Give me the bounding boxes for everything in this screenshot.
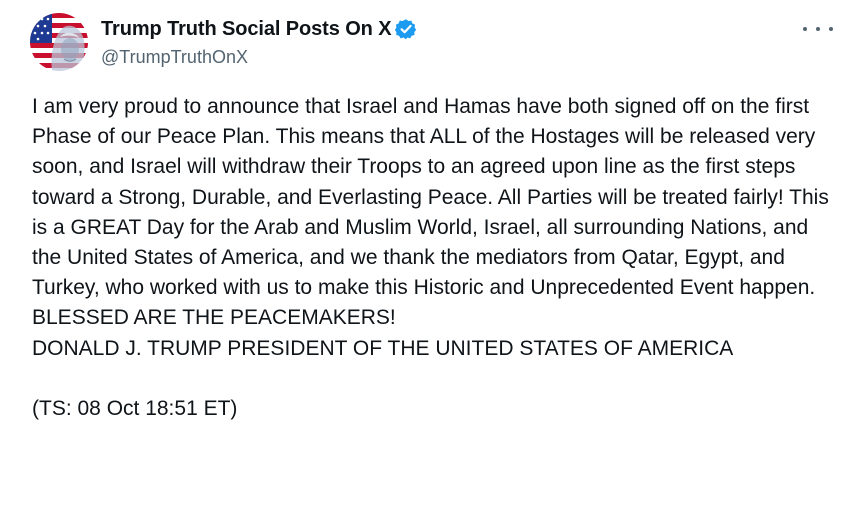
author-display-name[interactable]: Trump Truth Social Posts On X: [101, 18, 392, 41]
author-avatar[interactable]: [30, 13, 88, 71]
dot: [803, 27, 807, 31]
post-text: I am very proud to announce that Israel …: [32, 95, 829, 421]
verified-badge-icon: [395, 18, 417, 40]
more-options-icon[interactable]: [803, 22, 833, 36]
dot: [816, 27, 820, 31]
post-header: Trump Truth Social Posts On X @TrumpTrut…: [101, 14, 417, 68]
flag-portrait-icon: [30, 13, 88, 71]
author-handle[interactable]: @TrumpTruthOnX: [101, 47, 417, 68]
name-row: Trump Truth Social Posts On X: [101, 14, 417, 44]
dot: [829, 27, 833, 31]
post-card: Trump Truth Social Posts On X @TrumpTrut…: [0, 0, 847, 528]
